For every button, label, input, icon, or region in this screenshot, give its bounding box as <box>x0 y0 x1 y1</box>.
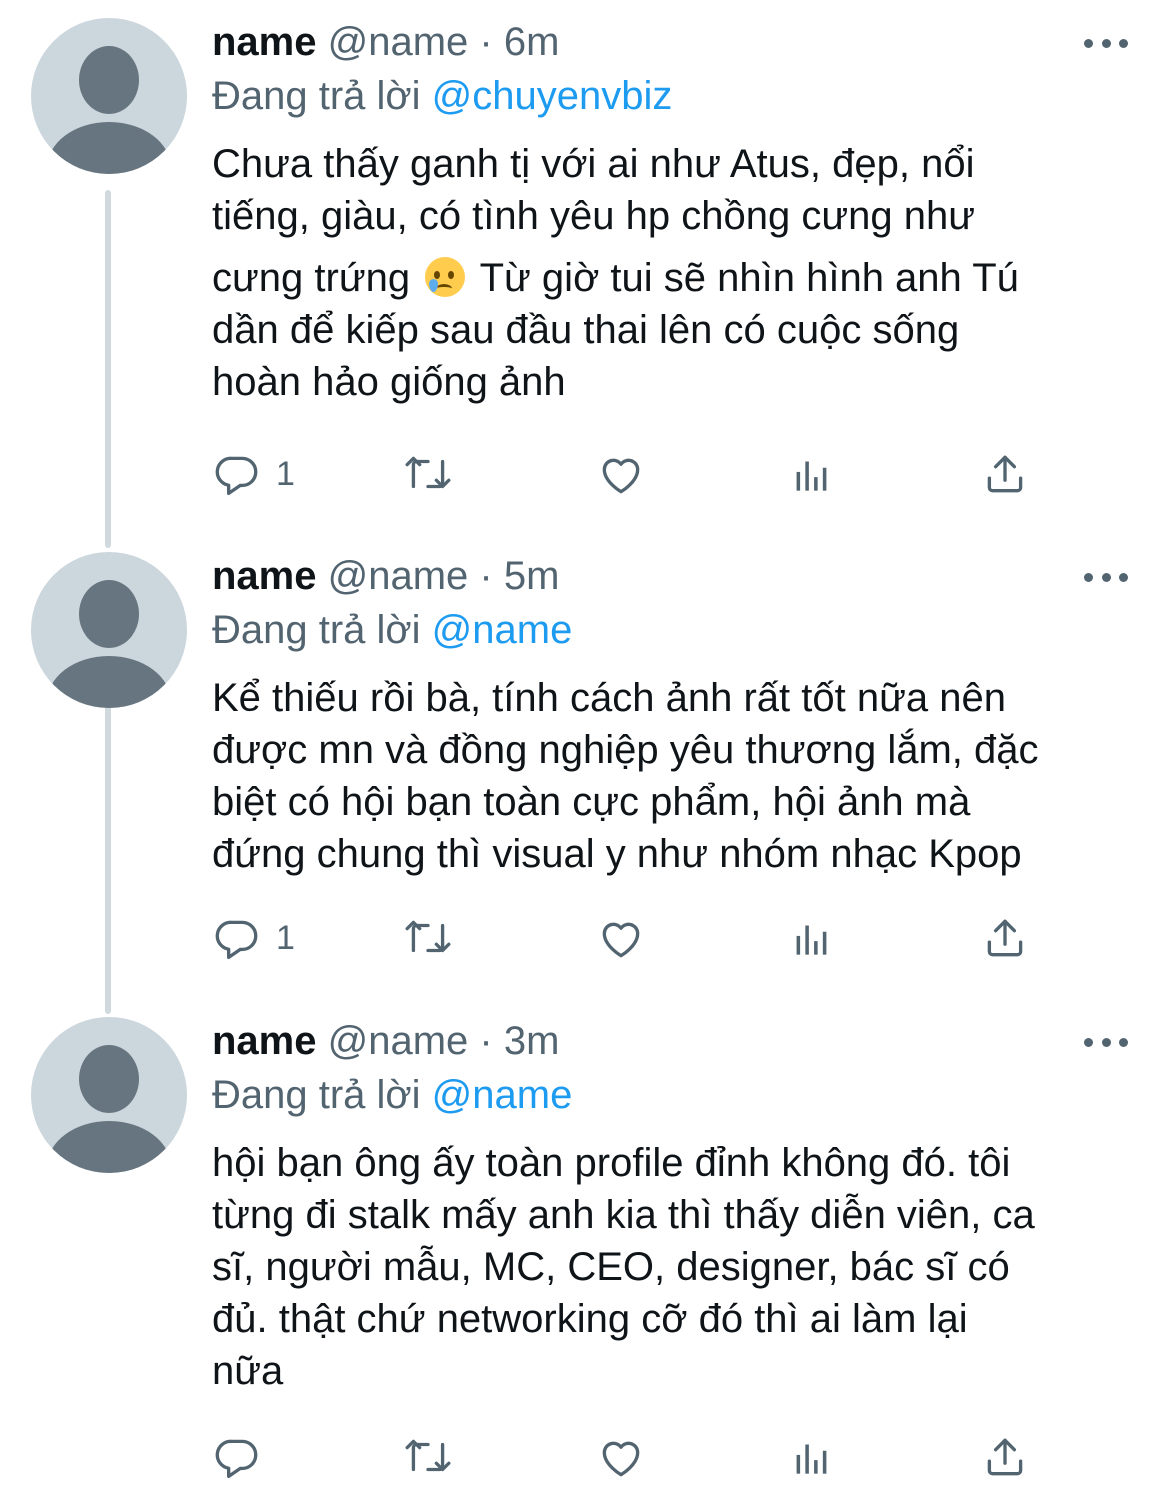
reply-button[interactable] <box>212 1429 276 1485</box>
retweet-icon <box>403 449 453 499</box>
text-line: hội bạn ông ấy toàn profile đỉnh không đ… <box>212 1141 1011 1185</box>
analytics-icon <box>787 913 837 963</box>
user-handle[interactable]: @name <box>328 554 469 598</box>
reply-prefix: Đang trả lời <box>212 1073 421 1117</box>
crying-face-emoji <box>425 257 466 297</box>
text-line: dần để kiếp sau đầu thai lên có cuộc sốn… <box>212 308 960 352</box>
text-line: đứng chung thì visual y như nhóm nhạc Kp… <box>212 832 1022 876</box>
tweet-actions: 1 <box>0 446 1170 502</box>
text-line: đủ. thật chứ networking cỡ đó thì ai làm… <box>212 1297 968 1341</box>
share-button[interactable] <box>980 910 1030 966</box>
analytics-icon <box>787 1432 837 1482</box>
tweet-text: hội bạn ông ấy toàn profile đỉnh không đ… <box>212 1137 1142 1397</box>
like-icon <box>596 1432 646 1482</box>
avatar[interactable] <box>31 552 187 708</box>
reply-mention[interactable]: @name <box>432 1073 573 1117</box>
timestamp[interactable]: 3m <box>504 1019 560 1063</box>
analytics-button[interactable] <box>787 1429 837 1485</box>
tweet-text: Chưa thấy ganh tị với ai như Atus, đẹp, … <box>212 138 1142 408</box>
share-button[interactable] <box>980 446 1030 502</box>
share-icon <box>980 449 1030 499</box>
retweet-button[interactable] <box>403 910 453 966</box>
timestamp[interactable]: 6m <box>504 20 560 64</box>
separator-dot: · <box>479 554 493 598</box>
tweet-actions <box>0 1429 1170 1485</box>
text-line: Kể thiếu rồi bà, tính cách ảnh rất tốt n… <box>212 676 1006 720</box>
tweet-actions: 1 <box>0 910 1170 966</box>
text-line: được mn và đồng nghiệp yêu thương lắm, đ… <box>212 728 1039 772</box>
analytics-icon <box>787 449 837 499</box>
reply-context: Đang trả lời @name <box>212 1067 572 1123</box>
reply-context: Đang trả lời @name <box>212 602 572 658</box>
share-icon <box>980 1432 1030 1482</box>
text-line: tiếng, giàu, có tình yêu hp chồng cưng n… <box>212 194 975 238</box>
display-name[interactable]: name <box>212 1019 317 1063</box>
more-icon[interactable] <box>1084 566 1128 588</box>
reply-button[interactable]: 1 <box>212 446 295 502</box>
retweet-icon <box>403 913 453 963</box>
reply-mention[interactable]: @name <box>432 608 573 652</box>
analytics-button[interactable] <box>787 446 837 502</box>
like-icon <box>596 449 646 499</box>
reply-count: 1 <box>276 454 295 493</box>
text-line: Chưa thấy ganh tị với ai như Atus, đẹp, … <box>212 142 975 186</box>
reply-prefix: Đang trả lời <box>212 608 421 652</box>
text-line: từng đi stalk mấy anh kia thì thấy diễn … <box>212 1193 1035 1237</box>
display-name[interactable]: name <box>212 20 317 64</box>
avatar[interactable] <box>31 18 187 174</box>
separator-dot: · <box>479 1019 493 1063</box>
text-line: sĩ, người mẫu, MC, CEO, designer, bác sĩ… <box>212 1245 1010 1289</box>
analytics-button[interactable] <box>787 910 837 966</box>
retweet-icon <box>403 1432 453 1482</box>
text-line-with-emoji: cưng trứng Từ giờ tui sẽ nhìn hình anh T… <box>212 252 1142 304</box>
retweet-button[interactable] <box>403 446 453 502</box>
tweet-text: Kể thiếu rồi bà, tính cách ảnh rất tốt n… <box>212 672 1142 880</box>
like-button[interactable] <box>596 446 646 502</box>
more-icon[interactable] <box>1084 32 1128 54</box>
reply-context: Đang trả lời @chuyenvbiz <box>212 68 672 124</box>
thread-line <box>105 704 111 1014</box>
display-name[interactable]: name <box>212 554 317 598</box>
reply-mention[interactable]: @chuyenvbiz <box>432 74 673 118</box>
tweet-header: name @name · 6m <box>212 14 559 70</box>
reply-button[interactable]: 1 <box>212 910 295 966</box>
text-line: nữa <box>212 1349 284 1393</box>
reply-icon <box>212 1432 262 1482</box>
user-handle[interactable]: @name <box>328 20 469 64</box>
reply-icon <box>212 449 262 499</box>
user-handle[interactable]: @name <box>328 1019 469 1063</box>
tweet-header: name @name · 3m <box>212 1013 559 1069</box>
like-button[interactable] <box>596 1429 646 1485</box>
timestamp[interactable]: 5m <box>504 554 560 598</box>
like-button[interactable] <box>596 910 646 966</box>
more-icon[interactable] <box>1084 1031 1128 1053</box>
reply-prefix: Đang trả lời <box>212 74 421 118</box>
text-line: hoàn hảo giống ảnh <box>212 360 566 404</box>
reply-icon <box>212 913 262 963</box>
reply-count: 1 <box>276 918 295 957</box>
separator-dot: · <box>479 20 493 64</box>
avatar[interactable] <box>31 1017 187 1173</box>
text-segment: Từ giờ tui sẽ nhìn hình anh Tú <box>469 256 1019 300</box>
share-button[interactable] <box>980 1429 1030 1485</box>
retweet-button[interactable] <box>403 1429 453 1485</box>
text-segment: cưng trứng <box>212 256 411 300</box>
text-line: biệt có hội bạn toàn cực phẩm, hội ảnh m… <box>212 780 971 824</box>
like-icon <box>596 913 646 963</box>
share-icon <box>980 913 1030 963</box>
tweet-header: name @name · 5m <box>212 548 559 604</box>
